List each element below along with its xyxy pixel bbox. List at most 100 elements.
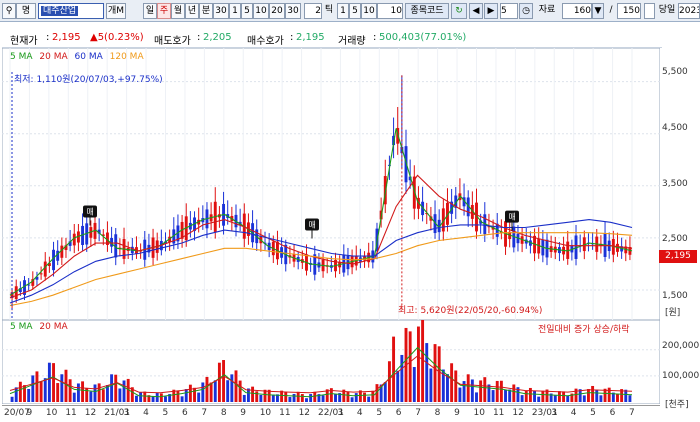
ask-colon: : (197, 32, 201, 43)
volume-bar (437, 346, 441, 402)
y-tick-3500: 3,500 (662, 179, 688, 189)
minute-step-1[interactable]: 1 (229, 3, 241, 19)
period-day[interactable]: 일 (143, 3, 157, 19)
prev-icon[interactable]: ◀ (469, 3, 483, 19)
volume-bar (188, 384, 192, 402)
change-value: ▲5(0.23%) (90, 32, 144, 43)
volume-bar (628, 395, 632, 402)
current-price-tag: 2,195 (659, 250, 697, 263)
volume-bar (566, 395, 570, 402)
x-tick-label: 3 (551, 408, 557, 418)
legend-ma5: 5 MA (10, 52, 33, 62)
x-tick-label: 11 (492, 408, 505, 418)
price-chart[interactable]: 매매매 (2, 48, 660, 320)
period-month[interactable]: 월 (171, 3, 185, 19)
tick-step-5[interactable]: 5 (349, 3, 361, 19)
minute-step-10[interactable]: 10 (253, 3, 269, 19)
name-label: 명 (16, 3, 36, 19)
volume-bar (234, 370, 238, 402)
period-year[interactable]: 년 (185, 3, 199, 19)
x-axis: 20/07 9 10 11 12 21/01 3 4 5 6 7 8 9 10 11 12 22/01 3 4 5 6 7… (2, 405, 660, 422)
refresh-icon[interactable]: ↻ (451, 3, 467, 19)
volume-bar (599, 395, 603, 402)
period-week[interactable]: 주 (157, 3, 171, 19)
volume-bar (454, 370, 458, 402)
ask-value: 2,205 (203, 32, 232, 43)
tick-box[interactable]: 10 (377, 3, 403, 19)
minute-step-5[interactable]: 5 (241, 3, 253, 19)
volume-bar (60, 374, 64, 402)
volume-bar (412, 367, 416, 402)
volume-bar (508, 389, 512, 402)
x-tick-label: 8 (220, 408, 227, 418)
search-icon[interactable]: ⚲ (2, 3, 16, 19)
candle-body (43, 261, 47, 277)
x-tick-label: 10 (45, 408, 58, 418)
minute-step-20[interactable]: 20 (269, 3, 285, 19)
volume-bar (176, 390, 180, 402)
minute-value[interactable]: 30 (213, 3, 229, 19)
volume-bar (251, 386, 255, 402)
data-value-field[interactable]: 160 (562, 3, 592, 19)
volume-bar (541, 390, 545, 402)
volume-bar (10, 396, 14, 402)
price-info-bar: 현재가 : 2,195 ▲5(0.23%) 매도호가 : 2,205 매수호가 … (2, 29, 662, 48)
clock-icon[interactable]: ◷ (519, 3, 533, 19)
volume-bar (39, 381, 43, 402)
volume-bar (562, 391, 566, 402)
volume-bar (259, 394, 263, 402)
volume-bar (313, 391, 317, 402)
chevron-down-icon[interactable]: ▼ (592, 3, 604, 19)
volume-bar (197, 392, 201, 402)
x-tick-label: 9 (454, 408, 460, 418)
volume-bar (213, 380, 217, 402)
volume-bar (101, 389, 105, 402)
volume-bar (305, 398, 308, 402)
today-checkbox[interactable] (644, 3, 655, 19)
volume-bar (292, 393, 296, 402)
minute-step-30[interactable]: 30 (285, 3, 301, 19)
tick-step-1[interactable]: 1 (337, 3, 349, 19)
tick-label: 틱 (324, 5, 334, 15)
date-field[interactable]: 2023 (678, 3, 700, 19)
next-icon[interactable]: ▶ (484, 3, 498, 19)
volume-bar (201, 382, 205, 402)
volume-bar (321, 395, 325, 402)
x-tick-label: 3 (337, 408, 344, 418)
code-suffix[interactable]: 개M (106, 3, 126, 19)
total-field[interactable]: 150 (617, 3, 641, 19)
x-tick-label: 4 (356, 408, 363, 418)
stock-name-field[interactable]: 대주산업 (38, 3, 104, 19)
volume-note: 전일대비 증가 상승/하락 (538, 325, 630, 335)
volume-bar (205, 376, 209, 402)
volume-bar (164, 396, 167, 402)
volume-bar (495, 380, 499, 402)
volume-bar (582, 395, 586, 402)
volume-bar (122, 380, 126, 402)
volume-bar (151, 396, 155, 402)
volume-bar (47, 362, 51, 402)
x-tick-label: 8 (434, 408, 441, 418)
candle-body (39, 273, 43, 275)
x-tick-label: 10 (259, 408, 272, 418)
volume-bar (81, 381, 85, 402)
y-tick-1500: 1,500 (662, 291, 688, 301)
legend-ma60: 60 MA (74, 52, 103, 62)
volume-bar (18, 381, 22, 402)
high-note: 최고: 5,620원(22/05/20,-60.94%) (398, 306, 543, 316)
period-minute[interactable]: 분 (199, 3, 213, 19)
count-field[interactable]: 5 (500, 3, 518, 19)
code-button[interactable]: 종목코드 (405, 3, 449, 19)
volume-bar (616, 393, 619, 402)
volume-bar (76, 383, 80, 402)
vol-legend-ma5: 5 MA (10, 322, 33, 332)
tick-value[interactable]: 2 (304, 3, 322, 19)
volume-bar (114, 374, 118, 402)
volume-bar (68, 379, 72, 402)
volume-bar (346, 391, 350, 402)
x-tick-label: 9 (240, 408, 246, 418)
y-tick-5500: 5,500 (662, 67, 688, 77)
x-tick-label: 7 (629, 408, 635, 418)
volume-bar (52, 363, 55, 402)
tick-step-10[interactable]: 10 (361, 3, 377, 19)
